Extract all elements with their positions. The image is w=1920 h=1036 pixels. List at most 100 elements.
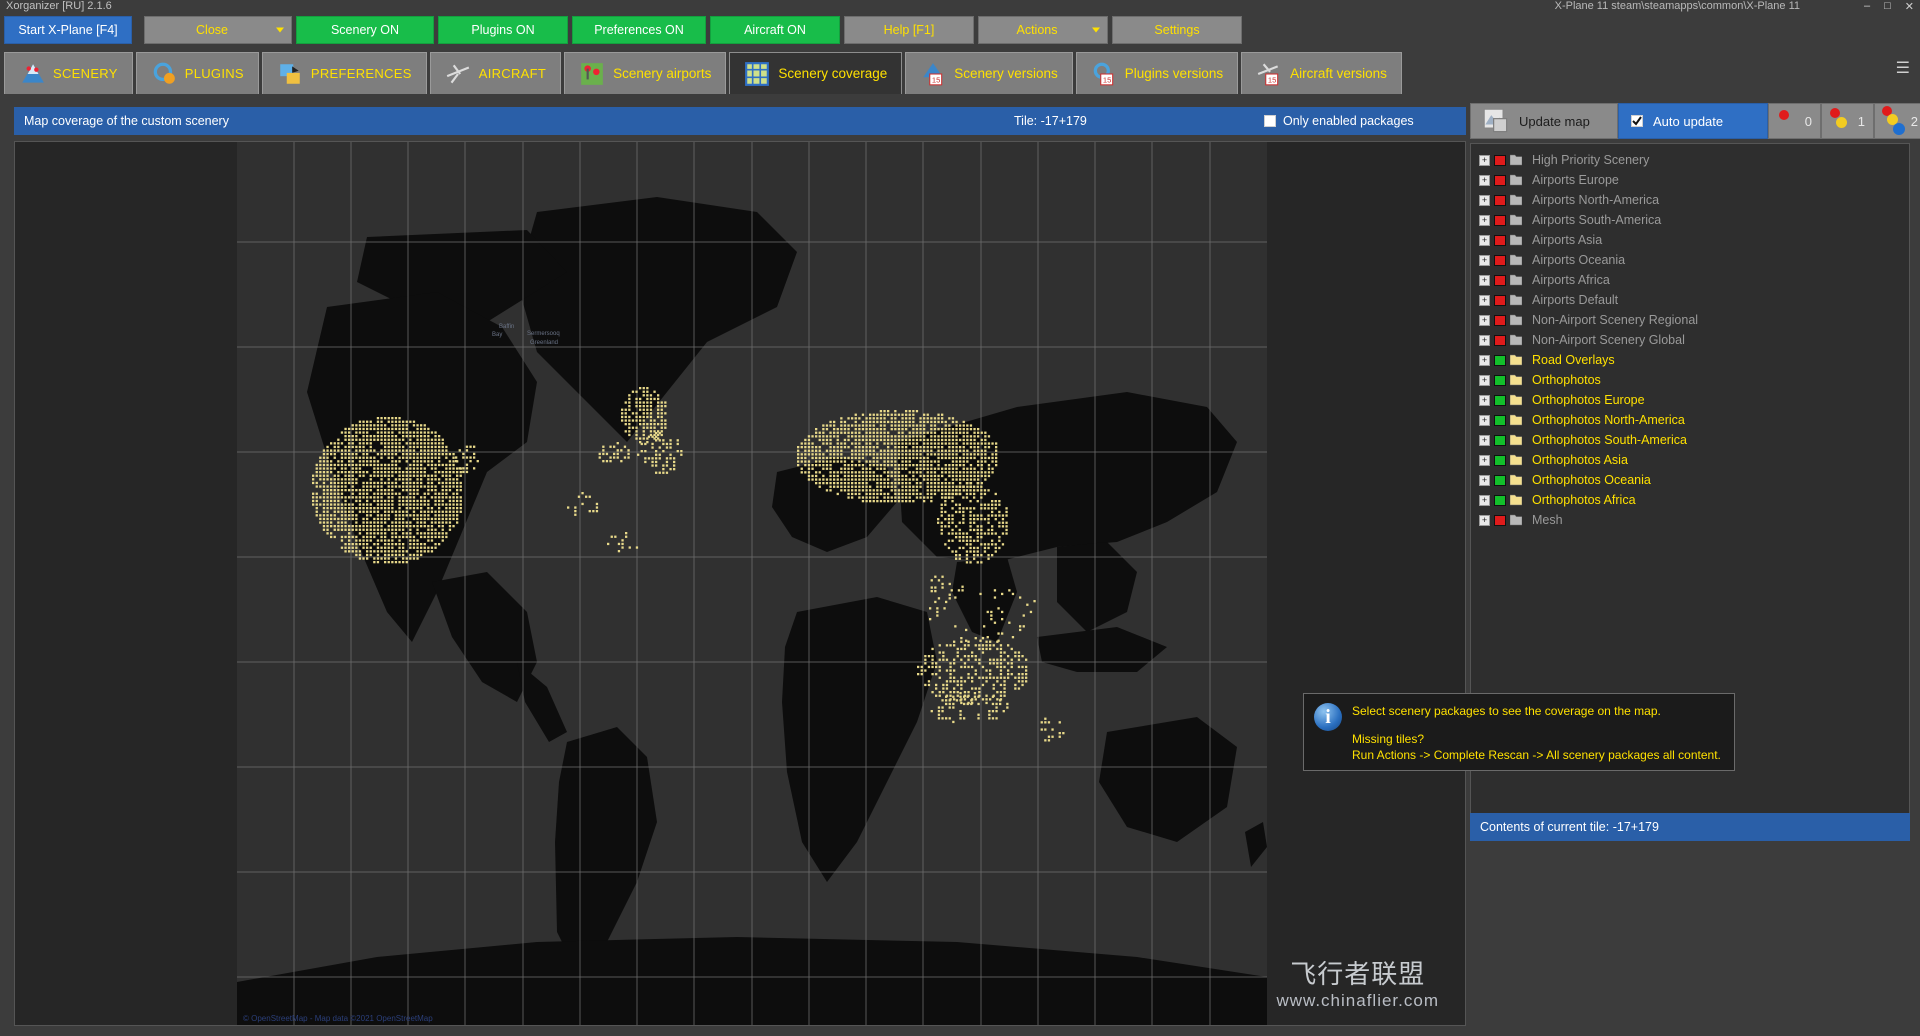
scenery-toggle-button[interactable]: Scenery ON [296,16,434,44]
expand-icon[interactable]: + [1479,195,1490,206]
expand-icon[interactable]: + [1479,215,1490,226]
close-button[interactable]: Close [144,16,292,44]
tab-scenery-versions[interactable]: 15 Scenery versions [905,52,1073,94]
package-row[interactable]: + High Priority Scenery [1475,150,1909,170]
package-state-indicator[interactable] [1494,295,1506,306]
package-row[interactable]: + Airports Africa [1475,270,1909,290]
package-row[interactable]: + Airports Asia [1475,230,1909,250]
package-label: Orthophotos [1532,373,1601,387]
package-state-indicator[interactable] [1494,435,1506,446]
update-map-button[interactable]: Update map [1470,103,1618,139]
settings-button[interactable]: Settings [1112,16,1242,44]
minimize-icon[interactable]: – [1864,0,1870,13]
expand-icon[interactable]: + [1479,355,1490,366]
expand-icon[interactable]: + [1479,515,1490,526]
coverage-map-panel[interactable]: Baffin Bay Sermersooq Greenland © OpenSt… [14,141,1466,1026]
package-state-indicator[interactable] [1494,395,1506,406]
package-row[interactable]: + Road Overlays [1475,350,1909,370]
aircraft-toggle-button[interactable]: Aircraft ON [710,16,840,44]
expand-icon[interactable]: + [1479,335,1490,346]
package-row[interactable]: + Orthophotos South-America [1475,430,1909,450]
package-row[interactable]: + Airports Europe [1475,170,1909,190]
tab-scenery-coverage[interactable]: Scenery coverage [729,52,902,94]
actions-button[interactable]: Actions [978,16,1108,44]
plugins-toggle-button[interactable]: Plugins ON [438,16,568,44]
package-state-indicator[interactable] [1494,415,1506,426]
expand-icon[interactable]: + [1479,315,1490,326]
package-row[interactable]: + Airports North-America [1475,190,1909,210]
counter-red[interactable]: 0 [1768,103,1821,139]
package-row[interactable]: + Non-Airport Scenery Global [1475,330,1909,350]
expand-icon[interactable]: + [1479,495,1490,506]
package-row[interactable]: + Orthophotos Africa [1475,490,1909,510]
contents-of-current-tile-body[interactable] [1470,843,1910,1026]
expand-icon[interactable]: + [1479,295,1490,306]
tab-scenery-airports[interactable]: Scenery airports [564,52,726,94]
scenery-icon [19,61,45,87]
package-label: Airports North-America [1532,193,1659,207]
counter-red-yellow-blue[interactable]: 2 [1874,103,1920,139]
only-enabled-packages-checkbox[interactable]: Only enabled packages [1264,114,1414,128]
package-state-indicator[interactable] [1494,495,1506,506]
map-header-bar: Map coverage of the custom scenery Tile:… [14,107,1466,135]
close-icon[interactable]: ✕ [1905,0,1914,13]
package-row[interactable]: + Non-Airport Scenery Regional [1475,310,1909,330]
package-state-indicator[interactable] [1494,215,1506,226]
tab-scenery[interactable]: SCENERY [4,52,133,94]
only-enabled-packages-label: Only enabled packages [1283,114,1414,128]
package-state-indicator[interactable] [1494,315,1506,326]
package-state-indicator[interactable] [1494,515,1506,526]
expand-icon[interactable]: + [1479,235,1490,246]
expand-icon[interactable]: + [1479,375,1490,386]
package-row[interactable]: + Orthophotos Oceania [1475,470,1909,490]
tab-preferences[interactable]: PREFERENCES [262,52,427,94]
expand-icon[interactable]: + [1479,435,1490,446]
maximize-icon[interactable]: □ [1884,0,1891,13]
chevron-down-icon[interactable] [1092,28,1100,33]
counter-red-yellow[interactable]: 1 [1821,103,1874,139]
package-row[interactable]: + Airports South-America [1475,210,1909,230]
package-state-indicator[interactable] [1494,475,1506,486]
package-row[interactable]: + Mesh [1475,510,1909,530]
tab-aircraft[interactable]: AIRCRAFT [430,52,561,94]
package-state-indicator[interactable] [1494,255,1506,266]
package-row[interactable]: + Airports Default [1475,290,1909,310]
package-state-indicator[interactable] [1494,155,1506,166]
package-state-indicator[interactable] [1494,455,1506,466]
package-row[interactable]: + Orthophotos Asia [1475,450,1909,470]
auto-update-label: Auto update [1653,114,1723,129]
auto-update-toggle[interactable]: Auto update [1618,103,1768,139]
expand-icon[interactable]: + [1479,455,1490,466]
tab-plugins[interactable]: PLUGINS [136,52,259,94]
package-state-indicator[interactable] [1494,175,1506,186]
package-row[interactable]: + Airports Oceania [1475,250,1909,270]
expand-icon[interactable]: + [1479,475,1490,486]
expand-icon[interactable]: + [1479,255,1490,266]
expand-icon[interactable]: + [1479,155,1490,166]
package-state-indicator[interactable] [1494,235,1506,246]
folder-icon [1510,434,1522,446]
chevron-down-icon[interactable] [276,28,284,33]
package-row[interactable]: + Orthophotos Europe [1475,390,1909,410]
package-row[interactable]: + Orthophotos [1475,370,1909,390]
start-xplane-button[interactable]: Start X-Plane [F4] [4,16,132,44]
preferences-toggle-button[interactable]: Preferences ON [572,16,706,44]
expand-icon[interactable]: + [1479,175,1490,186]
tab-label: PLUGINS [185,66,244,81]
package-state-indicator[interactable] [1494,355,1506,366]
package-state-indicator[interactable] [1494,195,1506,206]
tab-overflow-menu-icon[interactable]: ☰ [1896,58,1910,78]
package-row[interactable]: + Orthophotos North-America [1475,410,1909,430]
checkbox-box [1264,115,1276,127]
expand-icon[interactable]: + [1479,415,1490,426]
expand-icon[interactable]: + [1479,395,1490,406]
map-canvas[interactable]: Baffin Bay Sermersooq Greenland © OpenSt… [237,142,1267,1026]
package-state-indicator[interactable] [1494,275,1506,286]
package-state-indicator[interactable] [1494,375,1506,386]
tab-plugins-versions[interactable]: 15 Plugins versions [1076,52,1238,94]
expand-icon[interactable]: + [1479,275,1490,286]
tab-bar: SCENERY PLUGINS PREFERENCES AIRCRAFT Scenery… [0,50,1920,94]
help-button[interactable]: Help [F1] [844,16,974,44]
tab-aircraft-versions[interactable]: 15 Aircraft versions [1241,52,1402,94]
package-state-indicator[interactable] [1494,335,1506,346]
